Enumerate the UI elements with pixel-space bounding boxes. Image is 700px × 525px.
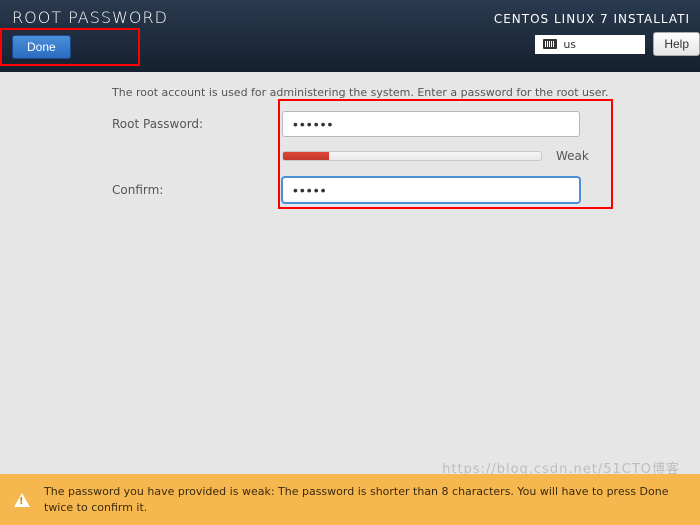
root-password-row: Root Password: (112, 111, 680, 137)
warning-icon (14, 493, 30, 507)
header-bar: ROOT PASSWORD Done CENTOS LINUX 7 INSTAL… (0, 0, 700, 72)
confirm-password-input[interactable] (282, 177, 580, 203)
keyboard-icon (543, 39, 557, 49)
done-button[interactable]: Done (12, 35, 71, 59)
header-right: CENTOS LINUX 7 INSTALLATI us Help (494, 12, 700, 56)
strength-row: Weak (282, 149, 680, 163)
strength-meter (282, 151, 542, 161)
root-password-input[interactable] (282, 111, 580, 137)
installer-title: CENTOS LINUX 7 INSTALLATI (494, 12, 690, 26)
keyboard-layout-selector[interactable]: us (535, 35, 645, 54)
header-right-row: us Help (494, 32, 700, 56)
done-highlight-box: Done (0, 28, 140, 66)
warning-text: The password you have provided is weak: … (44, 484, 686, 515)
root-password-label: Root Password: (112, 117, 282, 131)
strength-label: Weak (556, 149, 589, 163)
help-button[interactable]: Help (653, 32, 700, 56)
strength-meter-fill (283, 152, 329, 160)
content-area: The root account is used for administeri… (0, 72, 700, 235)
password-form: Root Password: Weak Confirm: (112, 111, 680, 203)
keyboard-layout-label: us (563, 38, 576, 51)
confirm-label: Confirm: (112, 183, 282, 197)
warning-bar: The password you have provided is weak: … (0, 474, 700, 525)
instruction-text: The root account is used for administeri… (112, 86, 680, 99)
confirm-row: Confirm: (112, 177, 680, 203)
